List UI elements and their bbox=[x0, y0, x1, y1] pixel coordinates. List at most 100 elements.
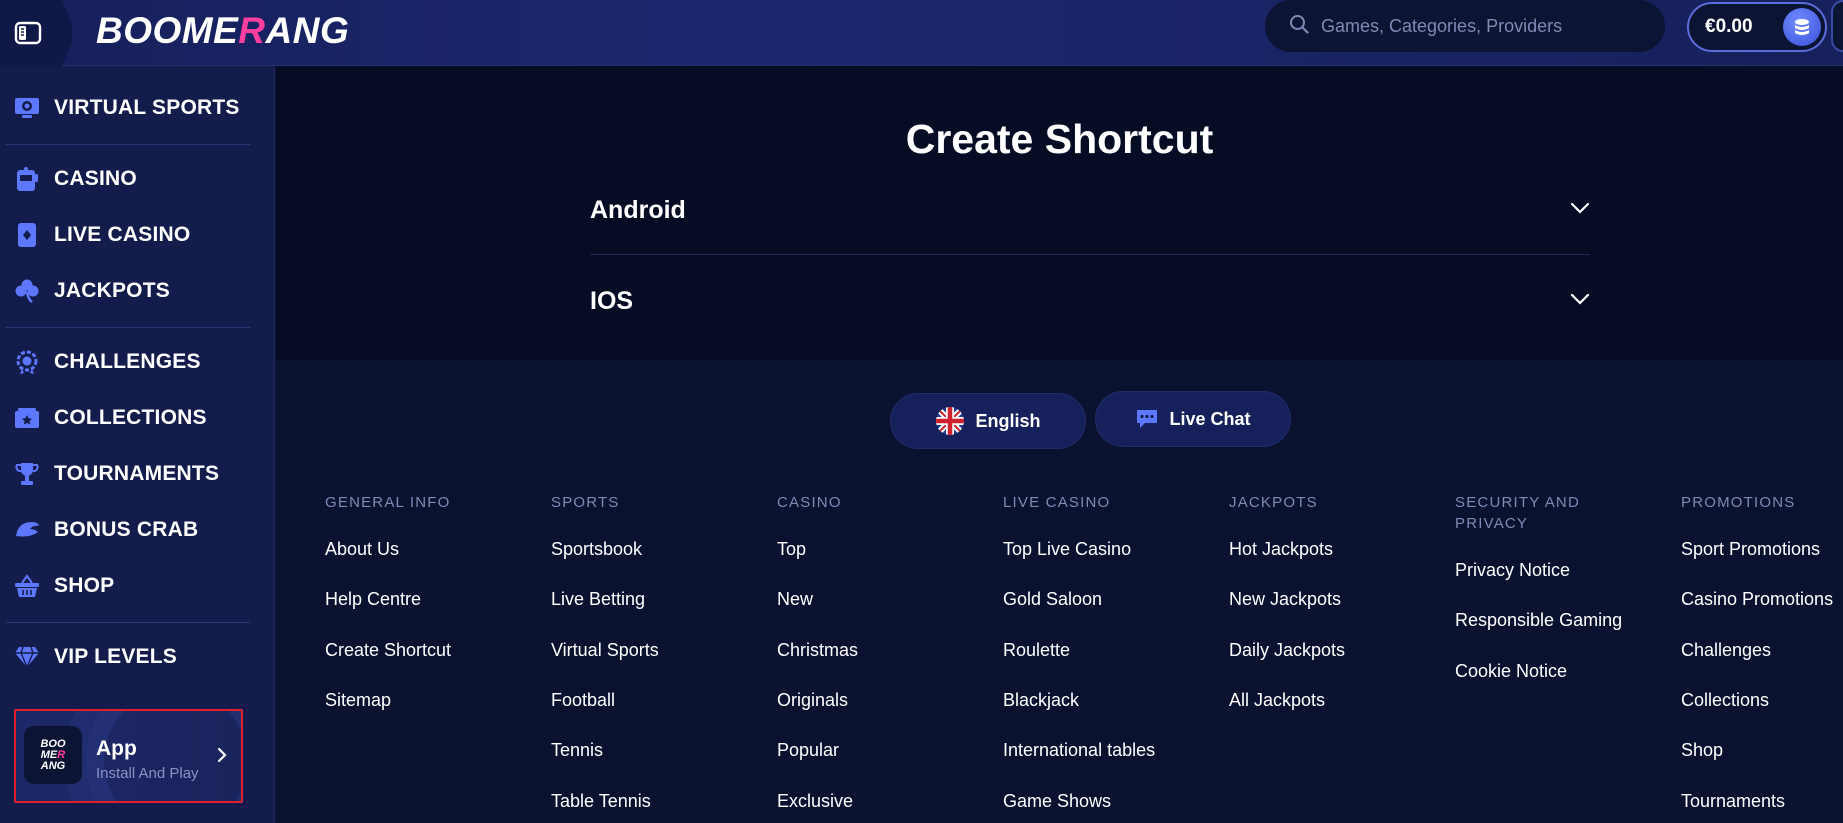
footer-link[interactable]: Tennis bbox=[551, 740, 603, 761]
top-header: BOOME R ANG Games, Categories, Providers €… bbox=[0, 0, 1843, 66]
sidebar-item-label: VIRTUAL SPORTS bbox=[54, 96, 240, 119]
sidebar-item-virtual-sports[interactable]: VIRTUAL SPORTS bbox=[14, 88, 240, 128]
balance-button[interactable]: €0.00 bbox=[1687, 2, 1827, 52]
sidebar-divider bbox=[6, 327, 250, 328]
footer-column-promotions: PROMOTIONS bbox=[1681, 492, 1843, 513]
crab-claw-icon bbox=[14, 517, 40, 543]
footer-column-heading: PROMOTIONS bbox=[1681, 494, 1796, 511]
footer-link[interactable]: Christmas bbox=[777, 640, 858, 661]
sidebar-item-label: CASINO bbox=[54, 167, 137, 190]
clover-icon bbox=[14, 278, 40, 304]
footer-link[interactable]: Sitemap bbox=[325, 690, 391, 711]
footer-link[interactable]: Create Shortcut bbox=[325, 640, 451, 661]
diamond-icon bbox=[14, 644, 40, 670]
sidebar-item-label: COLLECTIONS bbox=[54, 406, 207, 429]
app-card-subtitle: Install And Play bbox=[96, 765, 199, 782]
accordion-label: Android bbox=[590, 195, 686, 224]
footer-link[interactable]: Top bbox=[777, 539, 806, 560]
live-chat-label: Live Chat bbox=[1169, 408, 1251, 429]
footer-heading-line: PRIVACY bbox=[1455, 515, 1529, 532]
footer-link[interactable]: Game Shows bbox=[1003, 791, 1111, 812]
footer-link[interactable]: Collections bbox=[1681, 690, 1769, 711]
sidebar-item-label: CHALLENGES bbox=[54, 350, 201, 373]
footer-link[interactable]: Top Live Casino bbox=[1003, 539, 1131, 560]
sidebar-item-live-casino[interactable]: LIVE CASINO bbox=[14, 215, 190, 255]
footer-link[interactable]: Daily Jackpots bbox=[1229, 640, 1345, 661]
sidebar-item-label: BONUS CRAB bbox=[54, 518, 199, 541]
sidebar-item-jackpots[interactable]: JACKPOTS bbox=[14, 271, 170, 311]
sidebar-item-collections[interactable]: COLLECTIONS bbox=[14, 398, 207, 438]
footer-link[interactable]: All Jackpots bbox=[1229, 690, 1325, 711]
page-title: Create Shortcut bbox=[905, 116, 1214, 162]
footer-link[interactable]: Football bbox=[551, 690, 615, 711]
app-card-title: App bbox=[96, 737, 137, 760]
sidebar-divider bbox=[6, 622, 250, 623]
footer-link[interactable]: Challenges bbox=[1681, 640, 1771, 661]
footer-column-general-info: GENERAL INFO bbox=[325, 492, 525, 513]
sidebar-item-label: TOURNAMENTS bbox=[54, 462, 220, 485]
sidebar-item-label: VIP LEVELS bbox=[54, 645, 177, 668]
footer-link[interactable]: Sport Promotions bbox=[1681, 539, 1820, 560]
accordion-label: IOS bbox=[590, 286, 634, 315]
footer-link[interactable]: International tables bbox=[1003, 740, 1155, 761]
footer-column-casino: CASINO bbox=[777, 492, 977, 513]
footer-column-jackpots: JACKPOTS bbox=[1229, 492, 1429, 513]
search-icon bbox=[1289, 14, 1309, 39]
sidebar-item-vip-levels[interactable]: VIP LEVELS bbox=[14, 637, 177, 677]
app-install-card[interactable]: BOO MER ANG App Install And Play bbox=[14, 709, 243, 803]
language-button[interactable]: English bbox=[890, 393, 1086, 449]
chat-bubble-icon bbox=[1135, 408, 1159, 430]
footer-link[interactable]: Privacy Notice bbox=[1455, 560, 1570, 581]
footer-link[interactable]: Popular bbox=[777, 740, 839, 761]
brand-logo[interactable]: BOOME R ANG bbox=[96, 6, 349, 56]
cards-stack-icon bbox=[14, 405, 40, 431]
chevron-down-icon bbox=[1570, 292, 1590, 310]
live-chat-button[interactable]: Live Chat bbox=[1095, 391, 1291, 447]
accordion-ios[interactable]: IOS bbox=[590, 273, 1590, 329]
sidebar-item-label: JACKPOTS bbox=[54, 279, 170, 302]
coins-icon bbox=[1783, 8, 1821, 46]
footer-link[interactable]: Gold Saloon bbox=[1003, 589, 1102, 610]
footer-link[interactable]: Cookie Notice bbox=[1455, 661, 1567, 682]
footer-link[interactable]: New Jackpots bbox=[1229, 589, 1341, 610]
sidebar-divider bbox=[6, 144, 250, 145]
sidebar-item-shop[interactable]: SHOP bbox=[14, 566, 114, 606]
sidebar-toggle-button[interactable] bbox=[0, 0, 72, 66]
sidebar: VIRTUAL SPORTS CASINO LIVE CASINO JACKPO… bbox=[0, 66, 275, 823]
footer-link[interactable]: Responsible Gaming bbox=[1455, 610, 1622, 631]
sidebar-item-tournaments[interactable]: TOURNAMENTS bbox=[14, 454, 219, 494]
footer-link[interactable]: Casino Promotions bbox=[1681, 589, 1833, 610]
footer-link[interactable]: Originals bbox=[777, 690, 848, 711]
footer-link[interactable]: New bbox=[777, 589, 813, 610]
sidebar-item-casino[interactable]: CASINO bbox=[14, 159, 137, 199]
sidebar-item-challenges[interactable]: CHALLENGES bbox=[14, 342, 201, 382]
footer-link[interactable]: Shop bbox=[1681, 740, 1723, 761]
uk-flag-icon bbox=[935, 406, 965, 436]
app-logo-line: MER bbox=[41, 749, 65, 761]
footer-link[interactable]: Help Centre bbox=[325, 589, 421, 610]
footer-link[interactable]: Table Tennis bbox=[551, 791, 651, 812]
footer-link[interactable]: About Us bbox=[325, 539, 399, 560]
sidebar-toggle-icon bbox=[14, 21, 42, 45]
accordion-android[interactable]: Android bbox=[590, 182, 1590, 238]
footer-link[interactable]: Hot Jackpots bbox=[1229, 539, 1333, 560]
footer-column-sports: SPORTS bbox=[551, 492, 751, 513]
footer-link[interactable]: Roulette bbox=[1003, 640, 1070, 661]
chevron-right-icon bbox=[217, 747, 227, 768]
sidebar-item-label: LIVE CASINO bbox=[54, 223, 191, 246]
sidebar-item-label: SHOP bbox=[54, 574, 115, 597]
footer-link[interactable]: Tournaments bbox=[1681, 791, 1785, 812]
footer-link[interactable]: Sportsbook bbox=[551, 539, 642, 560]
sidebar-item-bonus-crab[interactable]: BONUS CRAB bbox=[14, 510, 198, 550]
language-label: English bbox=[975, 410, 1041, 431]
header-edge-button[interactable] bbox=[1831, 0, 1843, 52]
footer-link[interactable]: Virtual Sports bbox=[551, 640, 659, 661]
trophy-icon bbox=[14, 461, 40, 487]
footer-link[interactable]: Exclusive bbox=[777, 791, 853, 812]
footer-column-heading: SECURITY AND PRIVACY bbox=[1455, 492, 1655, 534]
slot-machine-icon bbox=[14, 166, 40, 192]
footer-link[interactable]: Live Betting bbox=[551, 589, 645, 610]
app-logo-line: ANG bbox=[40, 759, 66, 772]
search-input[interactable]: Games, Categories, Providers bbox=[1265, 0, 1665, 52]
footer-link[interactable]: Blackjack bbox=[1003, 690, 1079, 711]
